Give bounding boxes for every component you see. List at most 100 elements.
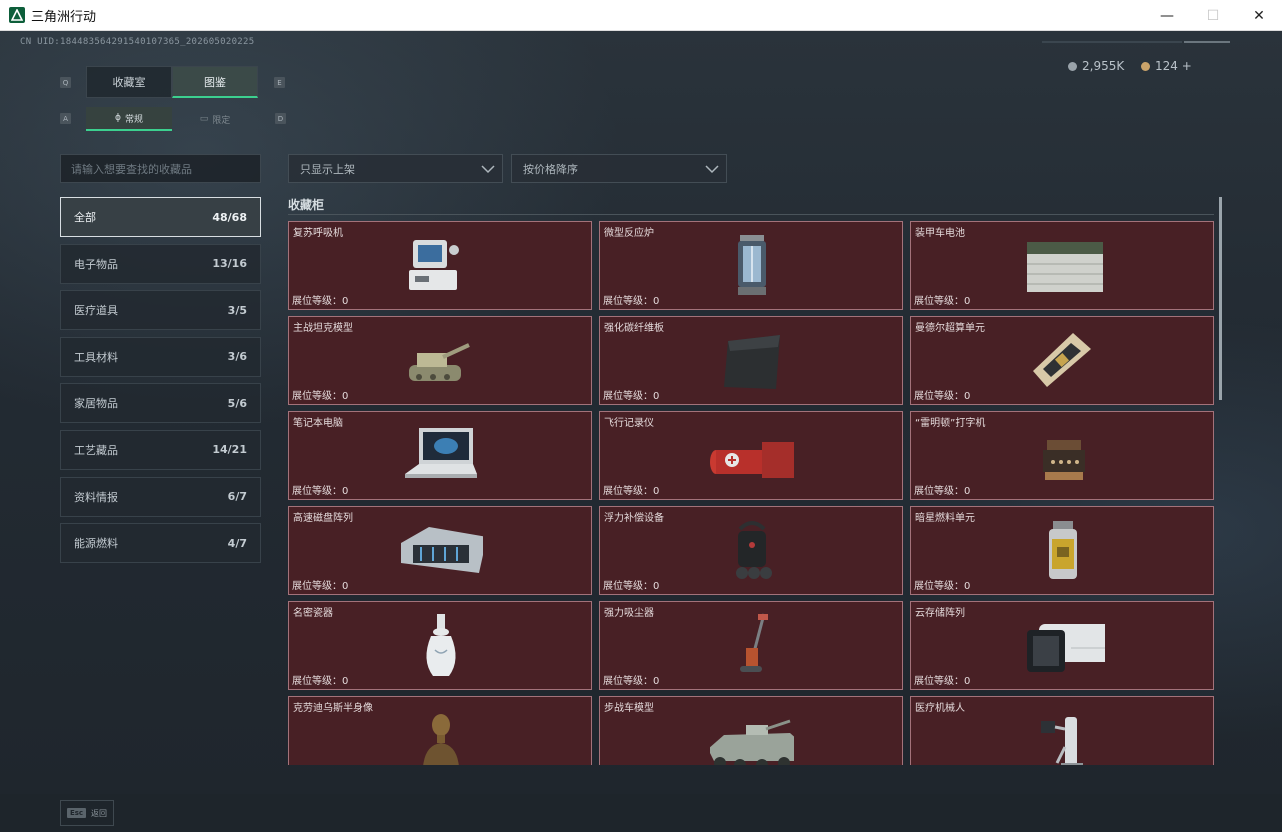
item-card[interactable]: 云存储阵列 展位等级：0 bbox=[910, 601, 1214, 690]
item-name: 云存储阵列 bbox=[915, 608, 965, 619]
category-energy[interactable]: 能源燃料 4/7 bbox=[60, 523, 261, 564]
section-title: 收藏柜 bbox=[288, 198, 325, 212]
item-name: 复苏呼吸机 bbox=[293, 228, 343, 239]
minimize-button[interactable]: — bbox=[1144, 0, 1190, 31]
back-label: 返回 bbox=[91, 808, 108, 818]
item-card[interactable]: 强化碳纤维板 展位等级：0 bbox=[599, 316, 903, 405]
tank-model-icon bbox=[409, 343, 470, 381]
limited-icon: ▭ bbox=[199, 114, 209, 124]
porcelain-vase-icon bbox=[426, 614, 456, 676]
item-card[interactable]: 名密瓷器 展位等级：0 bbox=[288, 601, 592, 690]
item-level: 展位等级：0 bbox=[914, 296, 971, 307]
silver-coin-icon bbox=[1068, 61, 1077, 71]
item-name: 装甲车电池 bbox=[915, 228, 965, 239]
item-card[interactable]: 笔记本电脑 展位等级：0 bbox=[288, 411, 592, 500]
item-card[interactable]: 暗星燃料单元 展位等级：0 bbox=[910, 506, 1214, 595]
game-viewport: CN UID:184483564291540107365_20260502022… bbox=[0, 31, 1282, 794]
item-name: 强力吸尘器 bbox=[604, 608, 654, 619]
search-input[interactable]: 请输入想要查找的收藏品 bbox=[60, 154, 261, 183]
window-title: 三角洲行动 bbox=[31, 9, 97, 25]
category-count: 3/5 bbox=[227, 303, 247, 317]
gold-amount: 124 + bbox=[1155, 59, 1192, 73]
tab-collection-room[interactable]: 收藏室 bbox=[86, 66, 172, 98]
category-crafts[interactable]: 工艺藏品 14/21 bbox=[60, 429, 261, 470]
currency-gold[interactable]: 124 + bbox=[1141, 59, 1192, 73]
item-card[interactable]: 装甲车电池 展位等级：0 bbox=[910, 221, 1214, 310]
category-label: 全部 bbox=[74, 211, 96, 224]
category-count: 14/21 bbox=[212, 443, 247, 457]
chevron-down-icon bbox=[481, 165, 495, 174]
item-card[interactable]: “雷明顿”打字机 展位等级：0 bbox=[910, 411, 1214, 500]
item-name: 飞行记录仪 bbox=[604, 418, 654, 429]
item-card[interactable]: 曼德尔超算单元 展位等级：0 bbox=[910, 316, 1214, 405]
display-filter-dropdown[interactable]: 只显示上架 bbox=[288, 154, 503, 183]
item-name: 浮力补偿设备 bbox=[604, 513, 664, 524]
category-label: 工艺藏品 bbox=[74, 443, 118, 457]
sort-value: 按价格降序 bbox=[523, 162, 578, 176]
carbon-plate-icon bbox=[724, 335, 780, 389]
item-level: 展位等级：0 bbox=[603, 676, 660, 687]
item-name: “雷明顿”打字机 bbox=[915, 418, 986, 429]
item-card[interactable]: 高速磁盘阵列 展位等级：0 bbox=[288, 506, 592, 595]
top-divider-accent bbox=[1184, 41, 1230, 43]
item-level: 展位等级：0 bbox=[914, 486, 971, 497]
sort-dropdown[interactable]: 按价格降序 bbox=[511, 154, 727, 183]
item-card[interactable]: 微型反应炉 展位等级：0 bbox=[599, 221, 903, 310]
grid-scrollbar[interactable] bbox=[1219, 197, 1222, 400]
subtab-limited[interactable]: ▭ 限定 bbox=[172, 107, 258, 131]
item-level: 展位等级：0 bbox=[603, 391, 660, 402]
item-name: 笔记本电脑 bbox=[293, 418, 343, 429]
item-card[interactable]: 飞行记录仪 展位等级：0 bbox=[599, 411, 903, 500]
item-card[interactable]: 主战坦克模型 展位等级：0 bbox=[288, 316, 592, 405]
item-level: 展位等级：0 bbox=[292, 296, 349, 307]
medical-robot-icon bbox=[1041, 717, 1083, 765]
category-all[interactable]: 全部 48/68 bbox=[60, 197, 261, 237]
close-button[interactable]: ✕ bbox=[1236, 0, 1282, 31]
category-list: 全部 48/68 电子物品 13/16 医疗道具 3/5 工具材料 3/6 家居… bbox=[60, 197, 261, 570]
subtab-regular[interactable]: ϕ 常规 bbox=[86, 107, 172, 131]
item-name: 医疗机械人 bbox=[915, 703, 965, 714]
category-count: 3/6 bbox=[227, 350, 247, 364]
category-label: 家居物品 bbox=[74, 397, 118, 411]
item-name: 克劳迪乌斯半身像 bbox=[293, 703, 373, 714]
silver-amount: 2,955K bbox=[1082, 59, 1125, 73]
back-button[interactable]: Esc 返回 bbox=[60, 800, 114, 826]
bust-icon bbox=[423, 714, 459, 765]
item-card[interactable]: 复苏呼吸机 展位等级：0 bbox=[288, 221, 592, 310]
key-hint-q: Q bbox=[60, 77, 71, 88]
vacuum-icon bbox=[740, 613, 768, 672]
maximize-button[interactable]: ☐ bbox=[1190, 0, 1236, 31]
item-card[interactable]: 克劳迪乌斯半身像 bbox=[288, 696, 592, 765]
subtab-limited-label: 限定 bbox=[212, 115, 231, 126]
item-card[interactable]: 强力吸尘器 展位等级：0 bbox=[599, 601, 903, 690]
item-level: 展位等级：0 bbox=[603, 581, 660, 592]
item-level: 展位等级：0 bbox=[292, 391, 349, 402]
category-tools[interactable]: 工具材料 3/6 bbox=[60, 336, 261, 377]
ifv-model-icon bbox=[710, 719, 794, 765]
fuel-cell-icon bbox=[1049, 521, 1077, 579]
item-name: 暗星燃料单元 bbox=[915, 513, 975, 524]
item-grid: 复苏呼吸机 展位等级：0 微型反应炉 展位等级：0 装甲车电池 展位等级：0 主… bbox=[288, 221, 1214, 765]
laptop-icon bbox=[405, 428, 477, 478]
item-card[interactable]: 浮力补偿设备 展位等级：0 bbox=[599, 506, 903, 595]
category-label: 医疗道具 bbox=[74, 304, 118, 318]
player-uid: CN UID:184483564291540107365_20260502022… bbox=[20, 37, 255, 47]
category-medical[interactable]: 医疗道具 3/5 bbox=[60, 290, 261, 331]
category-label: 资料情报 bbox=[74, 490, 118, 504]
tab-catalog[interactable]: 图鉴 bbox=[172, 66, 258, 98]
ventilator-icon bbox=[409, 240, 459, 290]
category-electronics[interactable]: 电子物品 13/16 bbox=[60, 243, 261, 284]
item-card[interactable]: 步战车模型 bbox=[599, 696, 903, 765]
item-card[interactable]: 医疗机械人 bbox=[910, 696, 1214, 765]
category-count: 13/16 bbox=[212, 257, 247, 271]
category-label: 工具材料 bbox=[74, 350, 118, 364]
battery-icon bbox=[1027, 242, 1103, 292]
compute-unit-icon bbox=[1033, 333, 1091, 387]
key-hint-e: E bbox=[274, 77, 285, 88]
item-level: 展位等级：0 bbox=[603, 486, 660, 497]
app-logo-icon bbox=[9, 7, 25, 23]
gold-coin-icon bbox=[1141, 61, 1150, 71]
bottom-bar: Esc 返回 bbox=[0, 794, 1282, 832]
category-intel[interactable]: 资料情报 6/7 bbox=[60, 476, 261, 517]
category-household[interactable]: 家居物品 5/6 bbox=[60, 383, 261, 424]
